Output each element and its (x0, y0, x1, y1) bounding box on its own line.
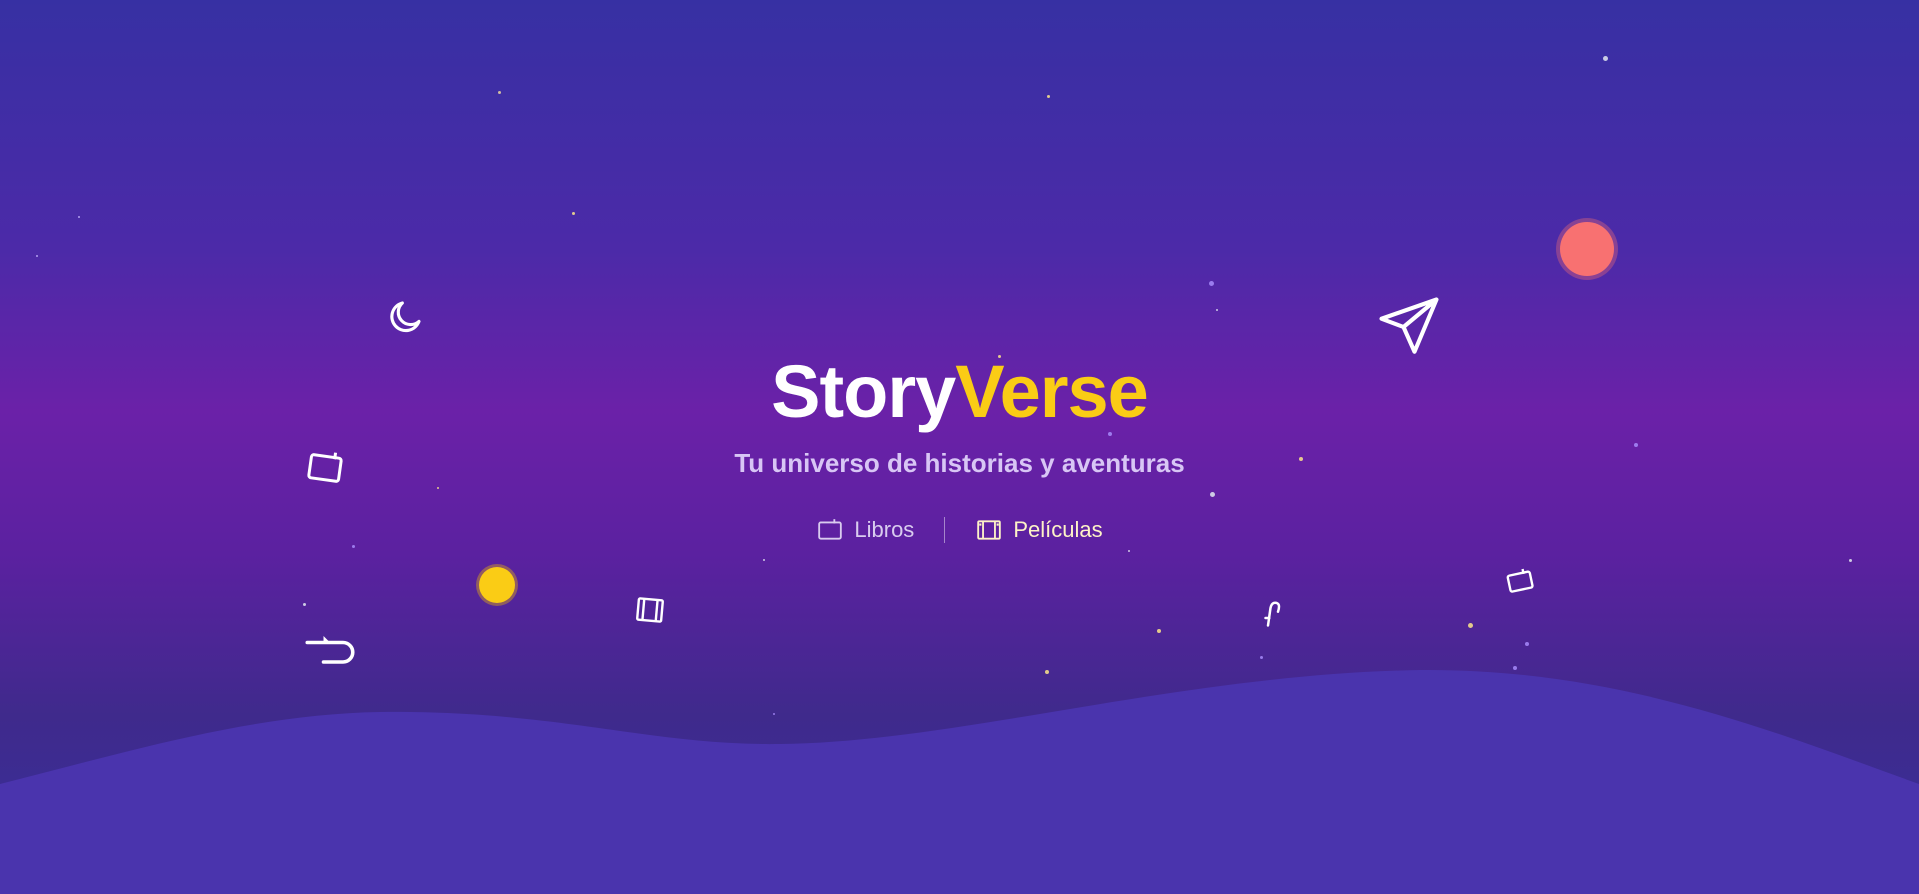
star (437, 487, 439, 489)
nav-divider (944, 517, 946, 543)
star (1210, 492, 1215, 497)
music-note-icon (1264, 601, 1281, 627)
book-icon (818, 519, 843, 540)
star (572, 212, 575, 215)
star (303, 603, 306, 606)
star (1525, 642, 1529, 646)
nav-item-libros[interactable]: Libros (810, 513, 920, 547)
star (1047, 95, 1050, 98)
star (1849, 559, 1852, 562)
return-arrow-icon (305, 636, 355, 664)
nav-item-label: Películas (1013, 517, 1103, 542)
star (1216, 309, 1218, 311)
star (1634, 443, 1638, 447)
film-icon (636, 597, 664, 623)
planet-coral (1560, 222, 1614, 276)
star (1603, 56, 1608, 61)
brand-title-part1: Story (771, 350, 956, 433)
star (498, 91, 501, 94)
nav-item-peliculas[interactable]: Películas (969, 513, 1108, 547)
tagline: Tu universo de historias y aventuras (734, 448, 1185, 478)
star (1209, 281, 1214, 286)
nav-item-label: Libros (854, 517, 915, 542)
brand-title: StoryVerse (0, 346, 1919, 438)
star (36, 255, 38, 257)
star (1157, 629, 1161, 633)
wave-background (0, 669, 1919, 894)
main-nav: Libros Películas (0, 513, 1919, 547)
star (763, 559, 765, 561)
brand-title-part2: Verse (955, 350, 1149, 433)
moon-icon (390, 301, 421, 333)
planet-yellow (479, 567, 515, 603)
star (78, 216, 80, 218)
star (1468, 623, 1473, 628)
star (1128, 550, 1130, 552)
book-icon (1506, 568, 1534, 593)
film-icon (977, 520, 1002, 540)
